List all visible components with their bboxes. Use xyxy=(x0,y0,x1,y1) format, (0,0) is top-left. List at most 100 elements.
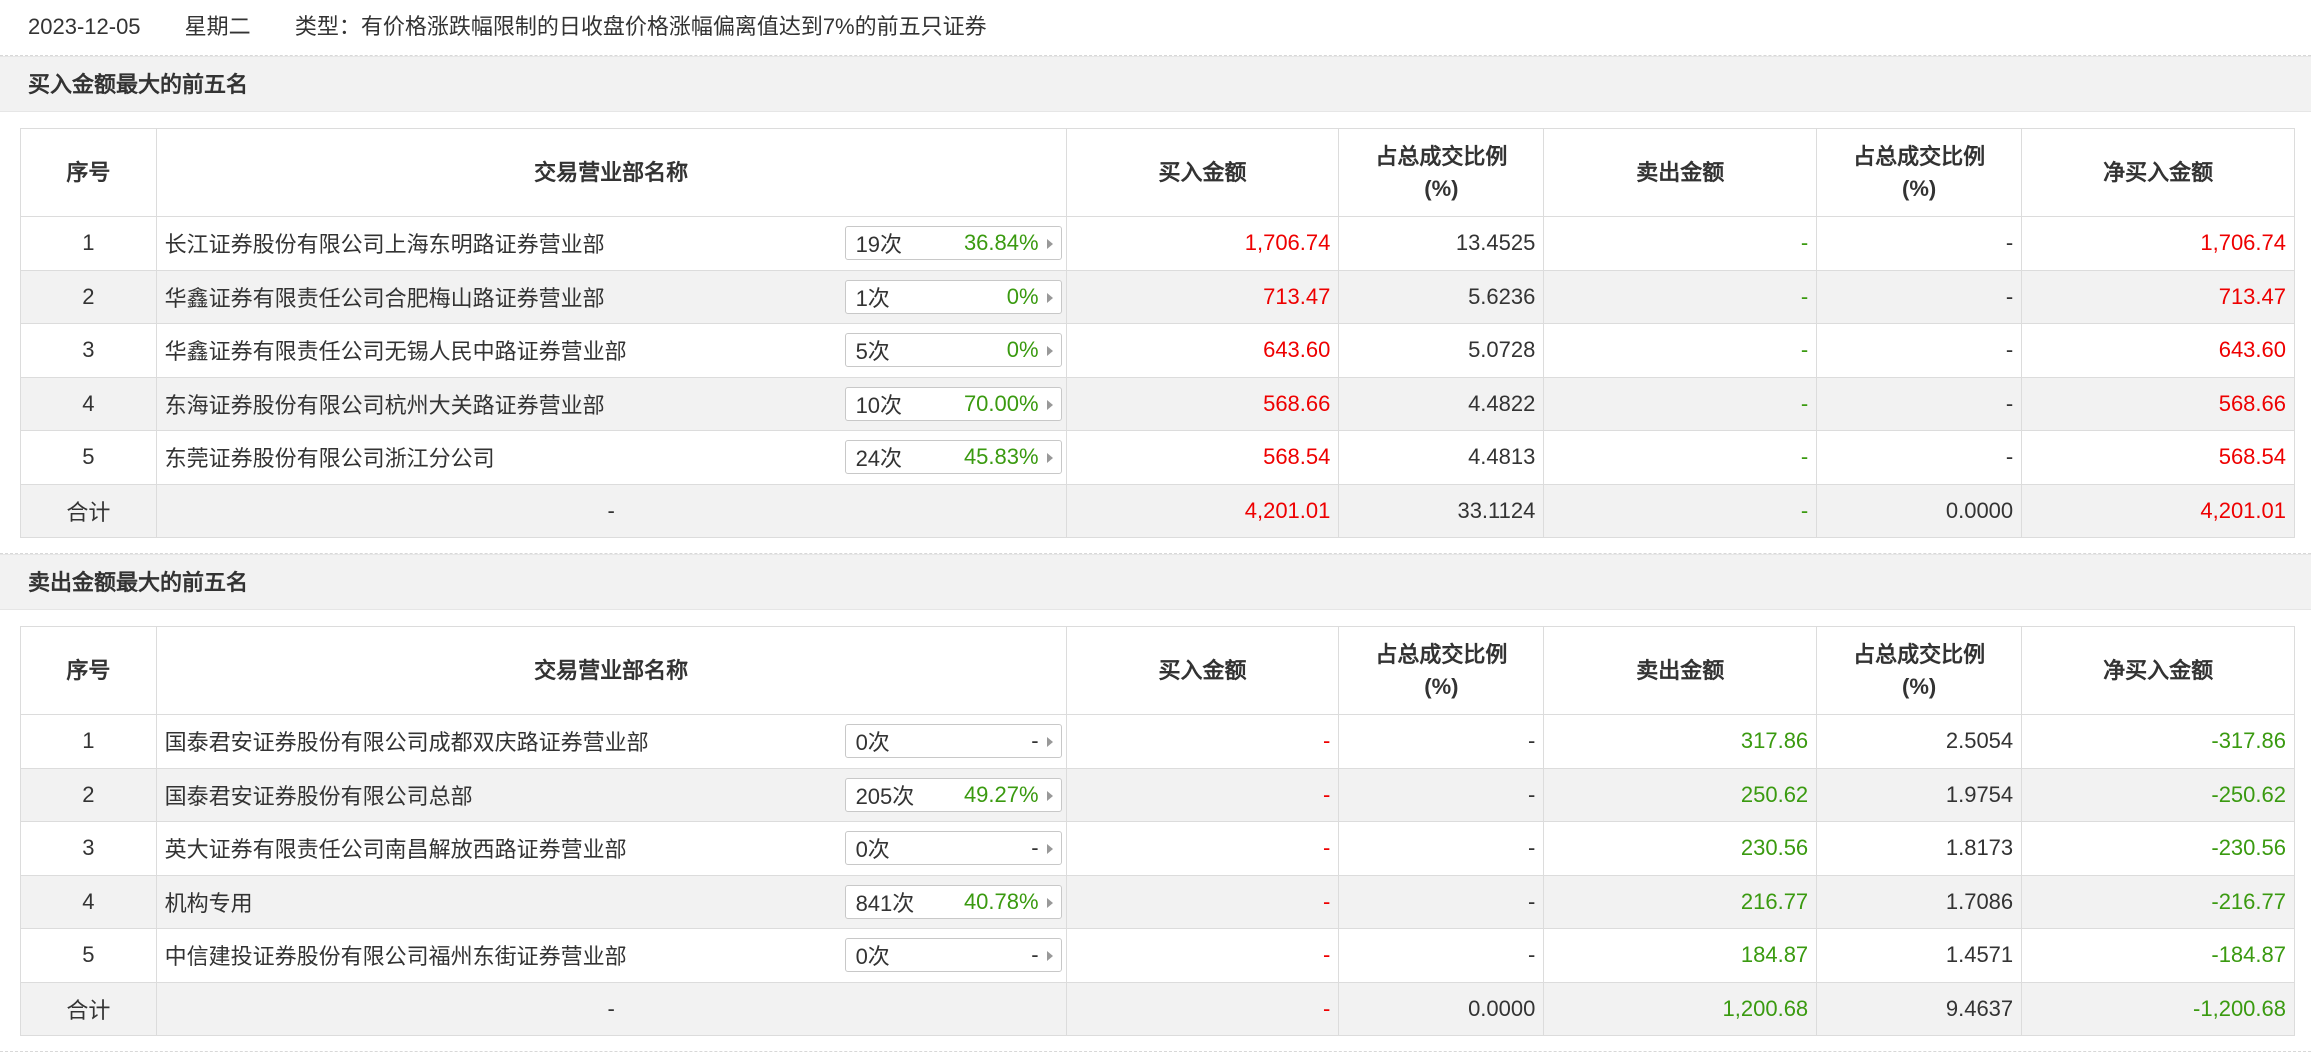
row-seq: 5 xyxy=(20,928,157,983)
row-net-amount: -216.77 xyxy=(2021,874,2295,929)
row-branch: 英大证券有限责任公司南昌解放西路证券营业部 0次 - xyxy=(155,821,1067,876)
listing-count: 0次 xyxy=(855,730,890,756)
table-row: 2 华鑫证券有限责任公司合肥梅山路证券营业部 1次 0% 713.47 5.6236- -7… xyxy=(20,269,2295,324)
total-row: 合计 -4,201.01 33.1124-0.0000 4,201.01 xyxy=(20,483,2295,538)
table-row: 3 华鑫证券有限责任公司无锡人民中路证券营业部 5次 0% 643.60 5.0728- -… xyxy=(20,323,2295,378)
row-net-amount: -250.62 xyxy=(2021,767,2295,822)
branch-name[interactable]: 中信建投证券股份有限公司福州东街证券营业部 xyxy=(165,939,627,971)
chevron-right-icon xyxy=(1046,292,1053,303)
row-net-amount: 643.60 xyxy=(2021,323,2295,378)
row-branch: 长江证券股份有限公司上海东明路证券营业部 19次 36.84% xyxy=(155,216,1067,271)
row-sell-ratio: 1.9754 xyxy=(1816,767,2023,822)
listing-count: 0次 xyxy=(855,944,890,970)
col-buy-ratio: 占总成交比例 (%) xyxy=(1338,128,1545,217)
branch-name[interactable]: 东海证券股份有限公司杭州大关路证券营业部 xyxy=(165,388,605,420)
history-badge-button[interactable]: 205次 49.27% xyxy=(844,777,1062,812)
chevron-right-icon xyxy=(1046,951,1053,962)
success-rate: 49.27% xyxy=(963,781,1039,807)
success-rate: - xyxy=(1031,835,1039,861)
listing-count: 205次 xyxy=(855,783,915,809)
history-badge-button[interactable]: 0次 - xyxy=(844,938,1062,973)
col-net: 净买入金额 xyxy=(2021,626,2295,715)
row-sell-ratio: 1.4571 xyxy=(1816,928,2023,983)
chevron-right-icon xyxy=(1046,399,1053,410)
total-row: 合计 - -0.0000 1,200.68 9.4637 -1,200.68 xyxy=(20,981,2295,1036)
row-sell-ratio: - xyxy=(1816,430,2023,485)
col-buy-ratio: 占总成交比例 (%) xyxy=(1338,626,1545,715)
row-buy-ratio: 4.4822 xyxy=(1338,376,1545,431)
total-sell-ratio: 9.4637 xyxy=(1816,981,2023,1036)
table-row: 5 中信建投证券股份有限公司福州东街证券营业部 0次 - - -184.87 1.4571-… xyxy=(20,928,2295,983)
row-sell-amount: - xyxy=(1543,430,1818,485)
row-buy-amount: - xyxy=(1065,821,1340,876)
chevron-right-icon xyxy=(1046,453,1053,464)
total-buy-amount: - xyxy=(1065,981,1340,1036)
history-badge-button[interactable]: 0次 - xyxy=(844,724,1062,759)
row-sell-amount: - xyxy=(1543,216,1818,271)
sell-section-title: 卖出金额最大的前五名 xyxy=(0,554,2311,610)
success-rate: 0% xyxy=(1006,283,1039,309)
row-sell-amount: 184.87 xyxy=(1543,928,1818,983)
branch-name[interactable]: 华鑫证券有限责任公司无锡人民中路证券营业部 xyxy=(165,334,627,366)
row-buy-ratio: 4.4813 xyxy=(1338,430,1545,485)
row-buy-amount: - xyxy=(1065,714,1340,769)
row-buy-amount: - xyxy=(1065,874,1340,929)
history-badge-button[interactable]: 24次 45.83% xyxy=(844,440,1062,475)
total-net-amount: -1,200.68 xyxy=(2021,981,2295,1036)
row-buy-amount: 713.47 xyxy=(1065,269,1340,324)
row-buy-ratio: 5.6236 xyxy=(1338,269,1545,324)
table-header-row: 序号 交易营业部名称 买入金额 占总成交比例 (%) 卖出金额 占总成交比例 (%)… xyxy=(20,626,2295,715)
total-sell-ratio: 0.0000 xyxy=(1816,483,2023,538)
history-badge-button[interactable]: 19次 36.84% xyxy=(844,226,1062,261)
total-net-amount: 4,201.01 xyxy=(2021,483,2295,538)
branch-name[interactable]: 华鑫证券有限责任公司合肥梅山路证券营业部 xyxy=(165,281,605,313)
table-row: 1 国泰君安证券股份有限公司成都双庆路证券营业部 0次 - - -317.86 2.5054… xyxy=(20,714,2295,769)
row-sell-amount: - xyxy=(1543,269,1818,324)
row-net-amount: -184.87 xyxy=(2021,928,2295,983)
history-badge-button[interactable]: 10次 70.00% xyxy=(844,386,1062,421)
success-rate: 0% xyxy=(1006,337,1039,363)
branch-name[interactable]: 国泰君安证券股份有限公司总部 xyxy=(165,779,473,811)
col-seq: 序号 xyxy=(20,626,157,715)
row-net-amount: 568.54 xyxy=(2021,430,2295,485)
chevron-right-icon xyxy=(1046,790,1053,801)
buy-top5-table: 序号 交易营业部名称 买入金额 占总成交比例 (%) 卖出金额 占总成交比例 (%)… xyxy=(20,128,2295,538)
branch-name[interactable]: 英大证券有限责任公司南昌解放西路证券营业部 xyxy=(165,832,627,864)
row-sell-ratio: - xyxy=(1816,269,2023,324)
total-label: 合计 xyxy=(20,981,157,1036)
buy-section-title: 买入金额最大的前五名 xyxy=(0,56,2311,112)
branch-name[interactable]: 国泰君安证券股份有限公司成都双庆路证券营业部 xyxy=(165,725,649,757)
row-net-amount: 568.66 xyxy=(2021,376,2295,431)
history-badge-button[interactable]: 0次 - xyxy=(844,831,1062,866)
branch-name[interactable]: 机构专用 xyxy=(165,886,253,918)
history-badge-button[interactable]: 5次 0% xyxy=(844,333,1062,368)
row-seq: 2 xyxy=(20,767,157,822)
branch-name[interactable]: 东莞证券股份有限公司浙江分公司 xyxy=(165,441,495,473)
report-type: 类型：有价格涨跌幅限制的日收盘价格涨幅偏离值达到7%的前五只证券 xyxy=(294,14,987,39)
branch-name[interactable]: 长江证券股份有限公司上海东明路证券营业部 xyxy=(165,227,605,259)
chevron-right-icon xyxy=(1046,897,1053,908)
row-seq: 5 xyxy=(20,430,157,485)
row-net-amount: 1,706.74 xyxy=(2021,216,2295,271)
row-sell-ratio: 1.8173 xyxy=(1816,821,2023,876)
row-buy-ratio: - xyxy=(1338,928,1545,983)
row-sell-ratio: - xyxy=(1816,216,2023,271)
row-buy-ratio: 5.0728 xyxy=(1338,323,1545,378)
col-seq: 序号 xyxy=(20,128,157,217)
row-buy-ratio: - xyxy=(1338,714,1545,769)
total-buy-ratio: 0.0000 xyxy=(1338,981,1545,1036)
listing-count: 1次 xyxy=(855,285,890,311)
row-sell-amount: 250.62 xyxy=(1543,767,1818,822)
col-sell-ratio: 占总成交比例 (%) xyxy=(1816,128,2023,217)
row-sell-ratio: 2.5054 xyxy=(1816,714,2023,769)
row-branch: 华鑫证券有限责任公司合肥梅山路证券营业部 1次 0% xyxy=(155,269,1067,324)
row-branch: 机构专用 841次 40.78% xyxy=(155,874,1067,929)
row-seq: 3 xyxy=(20,821,157,876)
table-row: 5 东莞证券股份有限公司浙江分公司 24次 45.83% 568.54 4.4813- -5… xyxy=(20,430,2295,485)
total-label: 合计 xyxy=(20,483,157,538)
row-branch: 东莞证券股份有限公司浙江分公司 24次 45.83% xyxy=(155,430,1067,485)
history-badge-button[interactable]: 841次 40.78% xyxy=(844,884,1062,919)
col-buy: 买入金额 xyxy=(1065,626,1340,715)
listing-count: 10次 xyxy=(855,392,903,418)
history-badge-button[interactable]: 1次 0% xyxy=(844,279,1062,314)
